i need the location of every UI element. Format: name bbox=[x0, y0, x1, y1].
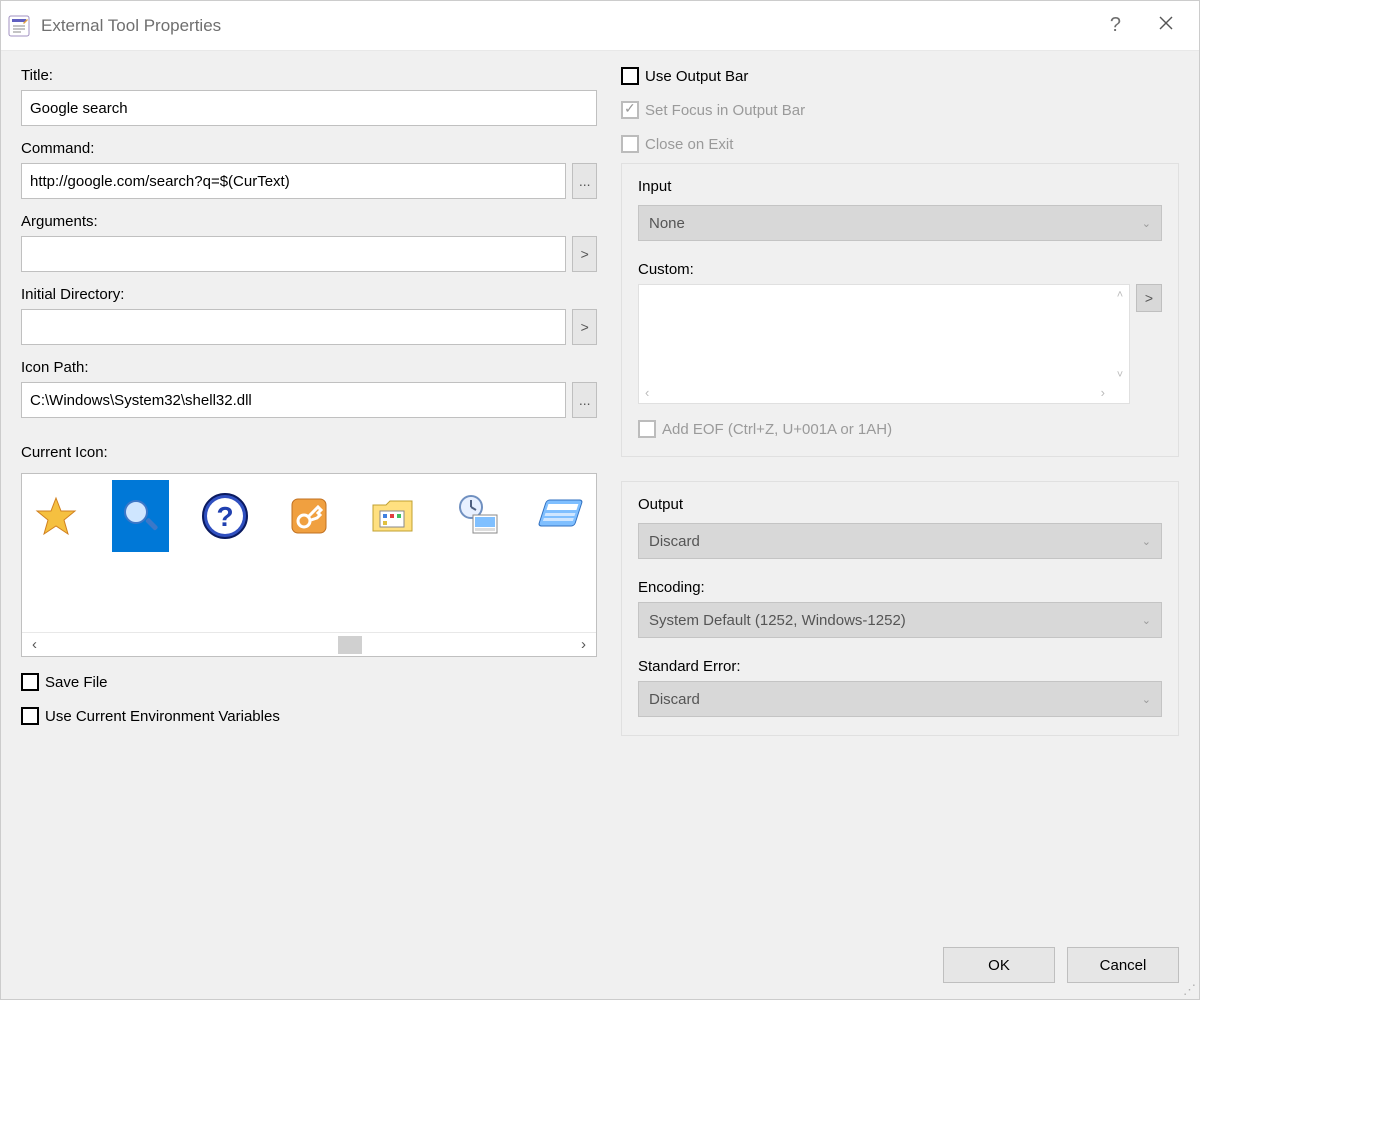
custom-vscroll[interactable]: ˄˅ bbox=[1111, 289, 1129, 381]
input-group-label: Input bbox=[638, 178, 1162, 195]
title-label: Title: bbox=[21, 67, 597, 84]
arguments-input[interactable] bbox=[21, 236, 566, 272]
setfocus-checkbox bbox=[621, 101, 639, 119]
output-group-label: Output bbox=[638, 496, 1162, 513]
dialog-buttons: OK Cancel bbox=[943, 947, 1179, 983]
iconpath-browse-button[interactable]: ... bbox=[572, 382, 597, 418]
input-combo[interactable]: None ⌄ bbox=[638, 205, 1162, 241]
custom-more-button[interactable]: > bbox=[1136, 284, 1162, 312]
icon-key[interactable] bbox=[281, 480, 337, 552]
closeexit-label: Close on Exit bbox=[645, 136, 733, 153]
custom-label: Custom: bbox=[638, 261, 1162, 278]
savefile-checkbox[interactable] bbox=[21, 673, 39, 691]
client-area: Title: Command: ... Arguments: > Initial… bbox=[1, 51, 1199, 999]
command-label: Command: bbox=[21, 140, 597, 157]
scroll-left-icon[interactable]: ‹ bbox=[32, 636, 37, 653]
custom-textarea[interactable]: ˄˅ ‹› bbox=[638, 284, 1130, 404]
icon-help-question[interactable]: ? bbox=[197, 480, 253, 552]
title-input[interactable] bbox=[21, 90, 597, 126]
icon-clock-picture[interactable] bbox=[449, 480, 505, 552]
left-column: Title: Command: ... Arguments: > Initial… bbox=[21, 67, 597, 983]
envvars-label[interactable]: Use Current Environment Variables bbox=[45, 708, 280, 725]
custom-hscroll[interactable]: ‹› bbox=[645, 385, 1105, 401]
dialog-window: External Tool Properties ? Title: Comman… bbox=[0, 0, 1200, 1000]
scroll-thumb[interactable] bbox=[338, 636, 362, 654]
cancel-button[interactable]: Cancel bbox=[1067, 947, 1179, 983]
chevron-down-icon: ⌄ bbox=[1142, 535, 1151, 548]
stderr-combo[interactable]: Discard ⌄ bbox=[638, 681, 1162, 717]
chevron-down-icon: ⌄ bbox=[1142, 614, 1151, 627]
addeof-label: Add EOF (Ctrl+Z, U+001A or 1AH) bbox=[662, 421, 892, 438]
svg-text:?: ? bbox=[216, 501, 233, 532]
stderr-label: Standard Error: bbox=[638, 658, 1162, 675]
output-group: Output Discard ⌄ Encoding: System Defaul… bbox=[621, 481, 1179, 736]
addeof-checkbox bbox=[638, 420, 656, 438]
encoding-label: Encoding: bbox=[638, 579, 1162, 596]
close-icon[interactable] bbox=[1139, 16, 1193, 35]
savefile-label[interactable]: Save File bbox=[45, 674, 108, 691]
output-combo[interactable]: Discard ⌄ bbox=[638, 523, 1162, 559]
icon-folder-icons[interactable] bbox=[365, 480, 421, 552]
iconpath-label: Icon Path: bbox=[21, 359, 597, 376]
encoding-combo[interactable]: System Default (1252, Windows-1252) ⌄ bbox=[638, 602, 1162, 638]
arguments-more-button[interactable]: > bbox=[572, 236, 597, 272]
ok-button[interactable]: OK bbox=[943, 947, 1055, 983]
icon-picker-scrollbar[interactable]: ‹ › bbox=[22, 632, 596, 656]
window-title: External Tool Properties bbox=[41, 16, 1092, 36]
input-group: Input None ⌄ Custom: ˄˅ ‹› > Add EOF (Ct… bbox=[621, 163, 1179, 457]
input-combo-value: None bbox=[649, 215, 685, 232]
titlebar: External Tool Properties ? bbox=[1, 1, 1199, 51]
initdir-input[interactable] bbox=[21, 309, 566, 345]
useoutputbar-checkbox[interactable] bbox=[621, 67, 639, 85]
useoutputbar-label[interactable]: Use Output Bar bbox=[645, 68, 748, 85]
envvars-checkbox[interactable] bbox=[21, 707, 39, 725]
closeexit-checkbox bbox=[621, 135, 639, 153]
chevron-down-icon: ⌄ bbox=[1142, 217, 1151, 230]
command-input[interactable] bbox=[21, 163, 566, 199]
output-combo-value: Discard bbox=[649, 533, 700, 550]
icon-run-dialog[interactable] bbox=[534, 480, 590, 552]
scroll-right-icon[interactable]: › bbox=[581, 636, 586, 653]
initdir-more-button[interactable]: > bbox=[572, 309, 597, 345]
resize-grip-icon[interactable]: ⋰ bbox=[1183, 983, 1197, 997]
app-icon bbox=[7, 14, 31, 38]
encoding-combo-value: System Default (1252, Windows-1252) bbox=[649, 612, 906, 629]
stderr-combo-value: Discard bbox=[649, 691, 700, 708]
setfocus-label: Set Focus in Output Bar bbox=[645, 102, 805, 119]
command-browse-button[interactable]: ... bbox=[572, 163, 597, 199]
arguments-label: Arguments: bbox=[21, 213, 597, 230]
right-column: Use Output Bar Set Focus in Output Bar C… bbox=[621, 67, 1179, 983]
iconpath-input[interactable] bbox=[21, 382, 566, 418]
icon-picker: ? ‹ bbox=[21, 473, 597, 657]
initdir-label: Initial Directory: bbox=[21, 286, 597, 303]
help-icon[interactable]: ? bbox=[1092, 14, 1139, 37]
icon-star[interactable] bbox=[28, 480, 84, 552]
chevron-down-icon: ⌄ bbox=[1142, 693, 1151, 706]
icon-magnifier[interactable] bbox=[112, 480, 168, 552]
currenticon-label: Current Icon: bbox=[21, 444, 597, 461]
